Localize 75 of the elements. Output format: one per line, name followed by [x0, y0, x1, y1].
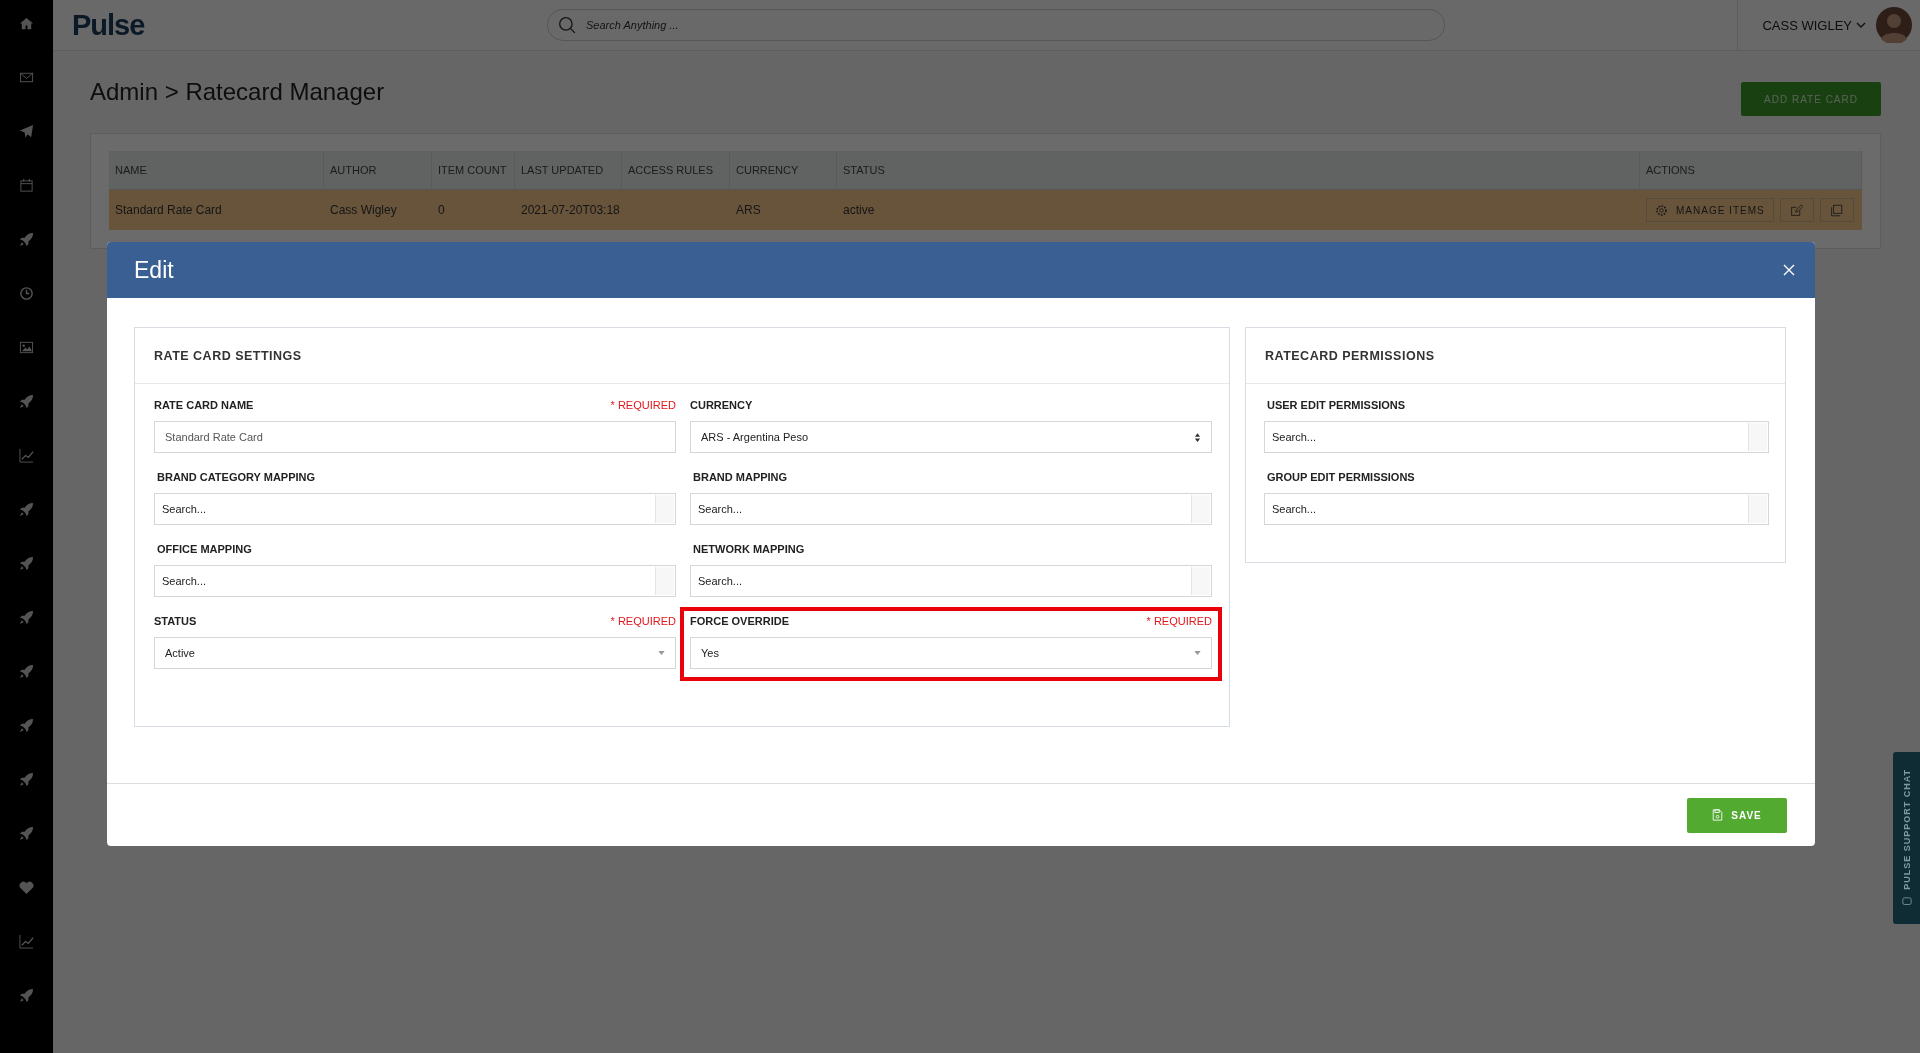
field-label: FORCE OVERRIDE — [690, 615, 789, 627]
rocket-icon[interactable] — [19, 394, 34, 409]
rocket-icon[interactable] — [19, 610, 34, 625]
search-field[interactable]: Search... — [690, 565, 1212, 597]
column-header: NAME — [109, 151, 324, 189]
field-label: GROUP EDIT PERMISSIONS — [1266, 471, 1415, 483]
field-label: BRAND CATEGORY MAPPING — [156, 471, 316, 483]
home-icon[interactable] — [19, 16, 34, 31]
field-label: CURRENCY — [690, 399, 753, 411]
rocket-icon[interactable] — [19, 556, 34, 571]
page-title: Admin > Ratecard Manager — [90, 78, 385, 106]
required-note: * REQUIRED — [1146, 615, 1212, 627]
column-header: ACCESS RULES — [622, 151, 730, 189]
field-label: OFFICE MAPPING — [156, 543, 252, 555]
user-menu[interactable]: CASS WIGLEY — [1762, 17, 1866, 33]
chevron-down-icon — [1856, 22, 1866, 28]
column-header: ITEM COUNT — [432, 151, 515, 189]
edit-button[interactable] — [1779, 198, 1814, 222]
calendar-icon[interactable] — [19, 178, 34, 193]
dialog-title: Edit — [134, 256, 174, 284]
support-chat-tab[interactable]: PULSE SUPPORT CHAT — [1893, 752, 1920, 924]
image-icon[interactable] — [19, 340, 34, 355]
clock-icon[interactable] — [19, 286, 34, 301]
rocket-icon[interactable] — [19, 718, 34, 733]
table-cell: active — [843, 203, 875, 217]
dropdown-field[interactable]: Active — [154, 637, 676, 669]
column-header: AUTHOR — [324, 151, 432, 189]
table-cell: 2021-07-20T03:18 — [521, 203, 620, 217]
caret-icon — [1194, 651, 1201, 655]
rocket-icon[interactable] — [19, 772, 34, 787]
copy-button[interactable] — [1819, 198, 1854, 222]
rocket-icon[interactable] — [19, 502, 34, 517]
panel-title: RATECARD PERMISSIONS — [1265, 348, 1435, 363]
text-field[interactable]: Standard Rate Card — [154, 421, 676, 453]
copy-icon — [1830, 203, 1844, 217]
close-button[interactable] — [1781, 262, 1797, 278]
field-label: USER EDIT PERMISSIONS — [1266, 399, 1406, 411]
column-header: CURRENCY — [730, 151, 837, 189]
table-cell: Standard Rate Card — [115, 203, 222, 217]
table-cell: Cass Wigley — [330, 203, 397, 217]
field-label: NETWORK MAPPING — [692, 543, 805, 555]
search-field[interactable]: Search... — [690, 493, 1212, 525]
avatar[interactable] — [1876, 7, 1912, 43]
search-field[interactable]: Search... — [1264, 493, 1769, 525]
table-cell: 0 — [438, 203, 445, 217]
field-label: BRAND MAPPING — [692, 471, 788, 483]
search-icon — [558, 16, 576, 34]
table-cell: ARS — [736, 203, 761, 217]
search-field[interactable]: Search... — [1264, 421, 1769, 453]
caret-icon — [658, 651, 665, 655]
select-field[interactable]: ARS - Argentina Peso — [690, 421, 1212, 453]
line-chart-icon[interactable] — [19, 934, 34, 949]
search-field[interactable]: Search... — [154, 565, 676, 597]
column-header: LAST UPDATED — [515, 151, 622, 189]
rocket-icon[interactable] — [19, 664, 34, 679]
rocket-icon[interactable] — [19, 988, 34, 1003]
rocket-icon[interactable] — [19, 826, 34, 841]
heart-icon[interactable] — [19, 880, 34, 895]
gear-icon — [1655, 203, 1668, 217]
rocket-icon[interactable] — [19, 232, 34, 247]
chat-icon — [1901, 897, 1912, 908]
edit-icon — [1790, 203, 1804, 217]
column-header: ACTIONS — [1640, 151, 1862, 189]
field-label: STATUS — [154, 615, 197, 627]
panel-title: RATE CARD SETTINGS — [154, 348, 302, 363]
required-note: * REQUIRED — [610, 399, 676, 411]
line-chart-icon[interactable] — [19, 448, 34, 463]
column-header: STATUS — [837, 151, 1640, 189]
field-label: RATE CARD NAME — [154, 399, 254, 411]
dropdown-field[interactable]: Yes — [690, 637, 1212, 669]
paper-plane-icon[interactable] — [19, 124, 34, 139]
up-down-arrow-icon — [1194, 431, 1201, 443]
search-field[interactable]: Search... — [154, 493, 676, 525]
required-note: * REQUIRED — [610, 615, 676, 627]
mail-icon[interactable] — [19, 70, 34, 85]
